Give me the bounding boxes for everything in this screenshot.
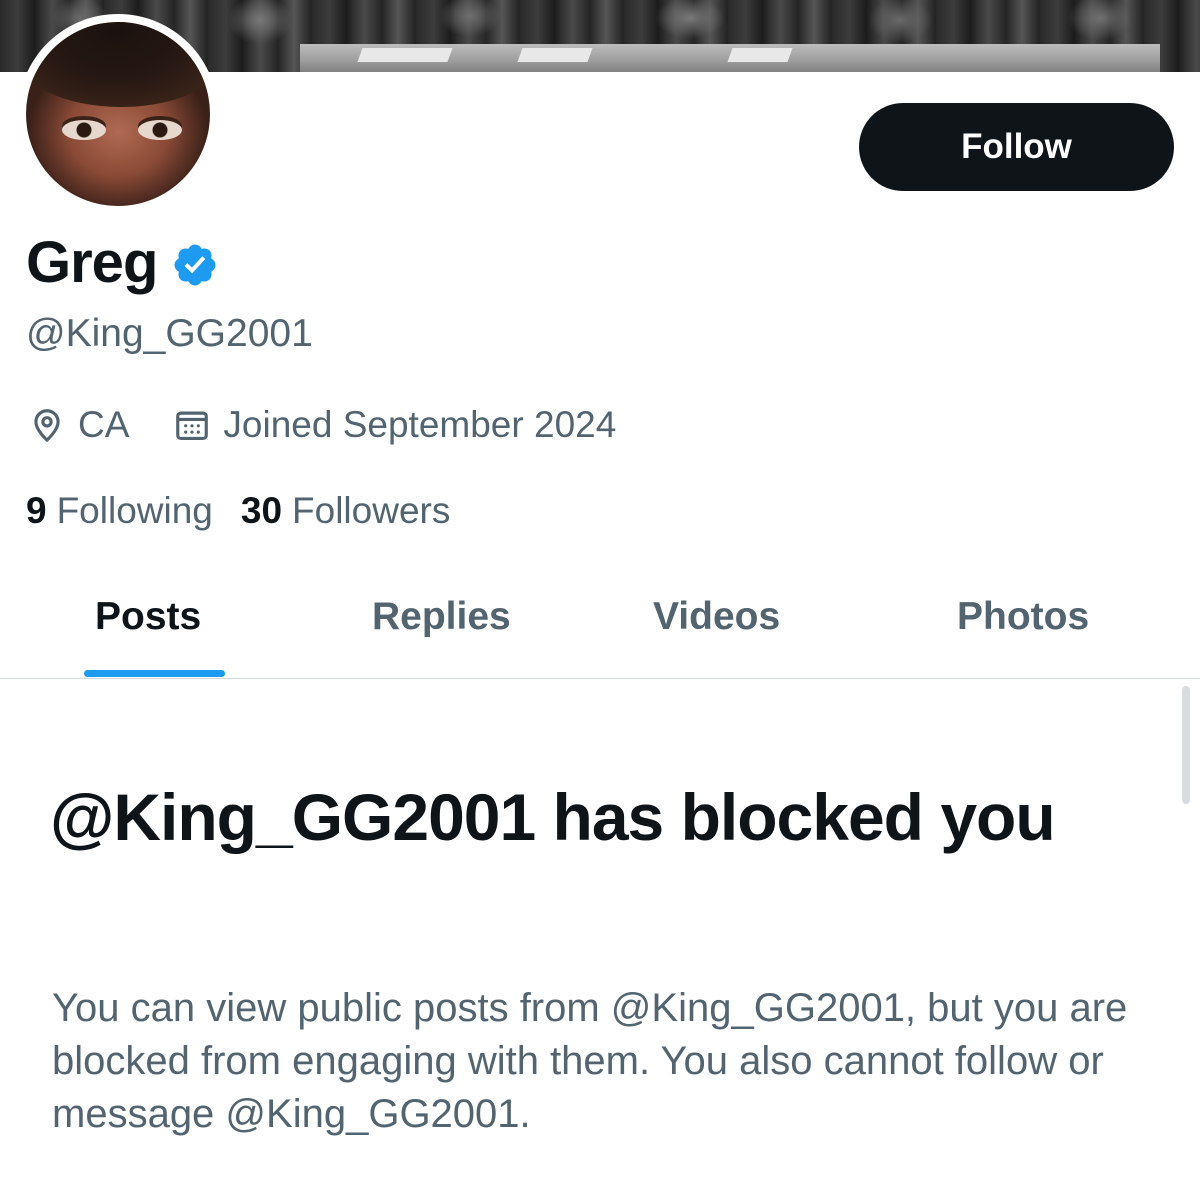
location-text: CA xyxy=(78,404,130,445)
following-count: 9 xyxy=(26,490,47,531)
calendar-icon xyxy=(176,411,209,441)
joined-item: Joined September 2024 xyxy=(173,404,616,446)
tab-replies[interactable]: Replies xyxy=(372,592,511,642)
avatar-eye-right xyxy=(138,120,182,140)
tab-posts[interactable]: Posts xyxy=(95,592,201,642)
avatar-photo xyxy=(26,22,210,206)
followers-link[interactable]: 30 Followers xyxy=(241,488,450,534)
blocked-description: You can view public posts from @King_GG2… xyxy=(52,986,1128,1136)
following-label: Following xyxy=(56,490,213,531)
verified-badge-icon[interactable] xyxy=(171,241,219,289)
active-tab-indicator xyxy=(84,670,225,677)
avatar[interactable] xyxy=(18,14,218,214)
follow-button[interactable]: Follow xyxy=(859,103,1174,191)
avatar-eye-left xyxy=(62,120,106,140)
blocked-title: @King_GG2001 has blocked you xyxy=(50,780,1056,854)
tab-videos[interactable]: Videos xyxy=(653,592,780,642)
joined-text: Joined September 2024 xyxy=(223,404,617,445)
banner-paper xyxy=(727,48,793,62)
banner-paper xyxy=(517,48,593,62)
location-pin-icon xyxy=(34,409,60,443)
profile-meta: CA Joined September 2024 xyxy=(28,404,616,446)
display-name: Greg xyxy=(26,230,158,295)
scrollbar[interactable] xyxy=(1182,686,1190,804)
profile-handle: @King_GG2001 xyxy=(26,312,313,355)
tab-photos[interactable]: Photos xyxy=(957,592,1089,642)
profile-stats: 9 Following 30 Followers xyxy=(26,488,450,534)
name-row: Greg xyxy=(26,230,219,296)
location-item: CA xyxy=(28,404,129,446)
followers-label: Followers xyxy=(292,490,451,531)
followers-count: 30 xyxy=(240,490,283,531)
banner-paper xyxy=(357,48,453,62)
avatar-hair xyxy=(26,22,210,107)
profile-tabs: Posts Replies Videos Photos xyxy=(0,570,1200,679)
following-link[interactable]: 9 Following xyxy=(26,488,213,534)
